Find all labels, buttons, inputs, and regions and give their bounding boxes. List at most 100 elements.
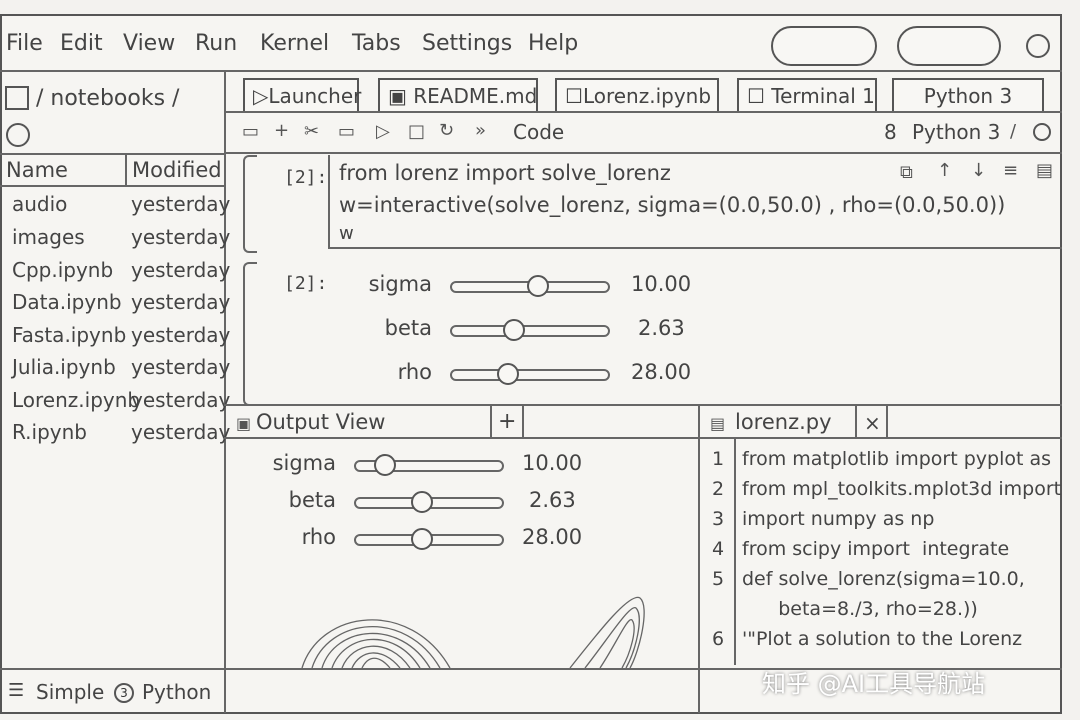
slider-label: sigma [368, 272, 432, 296]
kernel-status[interactable]: Python [142, 680, 211, 704]
file-name[interactable]: audio [12, 192, 67, 216]
slider-label: beta [288, 488, 336, 512]
cut-icon[interactable]: ✂ [304, 121, 319, 142]
file-modified: yesterday [131, 192, 231, 216]
file-header-bottom [0, 185, 224, 187]
lorenz-plot [301, 596, 645, 669]
code-line: def solve_lorenz(sigma=10.0, [742, 568, 1025, 590]
output-view-title[interactable]: Output View [256, 410, 385, 434]
menu-view[interactable]: View [123, 31, 175, 56]
editor-title[interactable]: lorenz.py [735, 410, 832, 434]
menu-file[interactable]: File [6, 31, 43, 56]
file-icon: ▤ [710, 414, 726, 433]
slider-handle[interactable] [497, 363, 520, 385]
code-line: '"Plot a solution to the Lorenz [742, 628, 1023, 650]
kernel-status-icon [1026, 34, 1050, 58]
delete-cell-icon[interactable]: ▤ [1036, 160, 1053, 181]
slider-handle[interactable] [410, 528, 433, 550]
tab-lorenz[interactable]: ☐Lorenz.ipynb [555, 78, 719, 112]
refresh-icon[interactable] [6, 123, 30, 147]
slider-track[interactable] [450, 369, 610, 381]
column-name-header[interactable]: Name [6, 158, 68, 182]
code-line: w [339, 223, 354, 244]
code-line: beta=8./3, rho=28.)) [742, 598, 978, 620]
slider-handle[interactable] [410, 491, 433, 513]
output-header-divider [224, 437, 698, 439]
tab-label: Launcher [268, 84, 362, 108]
code-line: w=interactive(solve_lorenz, sigma=(0.0,5… [339, 193, 1006, 217]
menu-help[interactable]: Help [528, 31, 578, 56]
format-icon[interactable]: ≡ [1003, 160, 1018, 181]
column-modified-header[interactable]: Modified [132, 158, 222, 182]
panel-divider [224, 404, 1062, 406]
menu-tabs[interactable]: Tabs [352, 31, 401, 56]
add-cell-icon[interactable]: + [274, 120, 289, 141]
slash-icon: / [1010, 121, 1017, 142]
code-line: from lorenz import solve_lorenz [339, 161, 671, 185]
menu-run[interactable]: Run [195, 31, 237, 56]
document-icon: ▣ [388, 84, 414, 108]
toggle-icon[interactable]: ☰ [8, 680, 24, 701]
tab-launcher[interactable]: ▷Launcher [243, 78, 362, 112]
add-output-button[interactable]: + [498, 409, 516, 434]
slider-handle[interactable] [526, 275, 549, 297]
output-view-icon: ▣ [236, 414, 252, 433]
simple-mode-toggle[interactable]: Simple [36, 680, 104, 704]
tabbar-divider [224, 111, 1062, 113]
editor-divider [698, 405, 700, 713]
tab-terminal[interactable]: ☐ Terminal 1 [737, 78, 877, 112]
code-line: from matplotlib import pyplot as [742, 448, 1052, 470]
breadcrumb[interactable]: / notebooks / [36, 86, 179, 111]
slider-track[interactable] [450, 325, 610, 337]
line-number: 5 [712, 568, 725, 590]
toolbar-divider [224, 152, 1062, 154]
slider-value: 28.00 [631, 360, 692, 384]
kernel-name[interactable]: Python 3 [912, 120, 1000, 144]
file-name[interactable]: Lorenz.ipynb [12, 388, 140, 412]
fast-forward-icon[interactable]: » [475, 120, 486, 141]
duplicate-icon[interactable]: ⧉ [900, 162, 913, 183]
save-icon[interactable]: ▭ [242, 121, 259, 142]
attractor-curve [351, 652, 401, 669]
tab-readme[interactable]: ▣ README.md [378, 78, 538, 112]
slider-label: rho [301, 525, 336, 549]
stop-icon[interactable]: □ [408, 121, 425, 142]
file-modified: yesterday [131, 225, 231, 249]
editor-tab-sep [855, 405, 857, 439]
run-icon[interactable]: ▷ [376, 121, 390, 142]
menu-edit[interactable]: Edit [60, 31, 103, 56]
tab-python3[interactable]: Python 3 [892, 78, 1044, 112]
move-up-icon[interactable]: ↑ [937, 160, 952, 181]
paste-icon[interactable]: ▭ [338, 121, 355, 142]
line-number: 1 [712, 448, 725, 470]
restart-icon[interactable]: ↻ [439, 120, 454, 141]
cell-type-select[interactable]: Code [513, 120, 564, 144]
close-icon[interactable]: × [864, 411, 881, 435]
header-button-1[interactable] [771, 26, 877, 66]
slider-value: 2.63 [529, 488, 576, 512]
slider-value: 10.00 [522, 451, 583, 475]
file-modified: yesterday [131, 420, 231, 444]
cell-gutter[interactable] [243, 155, 257, 253]
code-line: import numpy as np [742, 508, 935, 530]
kernel-idle-icon [1033, 123, 1051, 141]
editor-tab-sep2 [886, 405, 888, 439]
file-name[interactable]: R.ipynb [12, 420, 87, 444]
menu-divider [0, 70, 1062, 72]
move-down-icon[interactable]: ↓ [971, 160, 986, 181]
play-icon: ▷ [253, 84, 269, 108]
tab-label: Python 3 [923, 84, 1013, 108]
editor-header-divider [698, 437, 1062, 439]
menu-settings[interactable]: Settings [422, 31, 512, 56]
attractor-curve [341, 645, 411, 669]
status-sep [224, 668, 226, 713]
output-tab-sep [490, 405, 492, 439]
code-line: from scipy import integrate [742, 538, 1010, 560]
line-number: 4 [712, 538, 725, 560]
header-button-2[interactable] [897, 26, 1001, 66]
menu-kernel[interactable]: Kernel [260, 31, 329, 56]
folder-icon [5, 86, 29, 110]
line-number: 3 [712, 508, 725, 530]
file-name[interactable]: images [12, 225, 85, 249]
terminal-icon: ☐ [747, 84, 772, 108]
